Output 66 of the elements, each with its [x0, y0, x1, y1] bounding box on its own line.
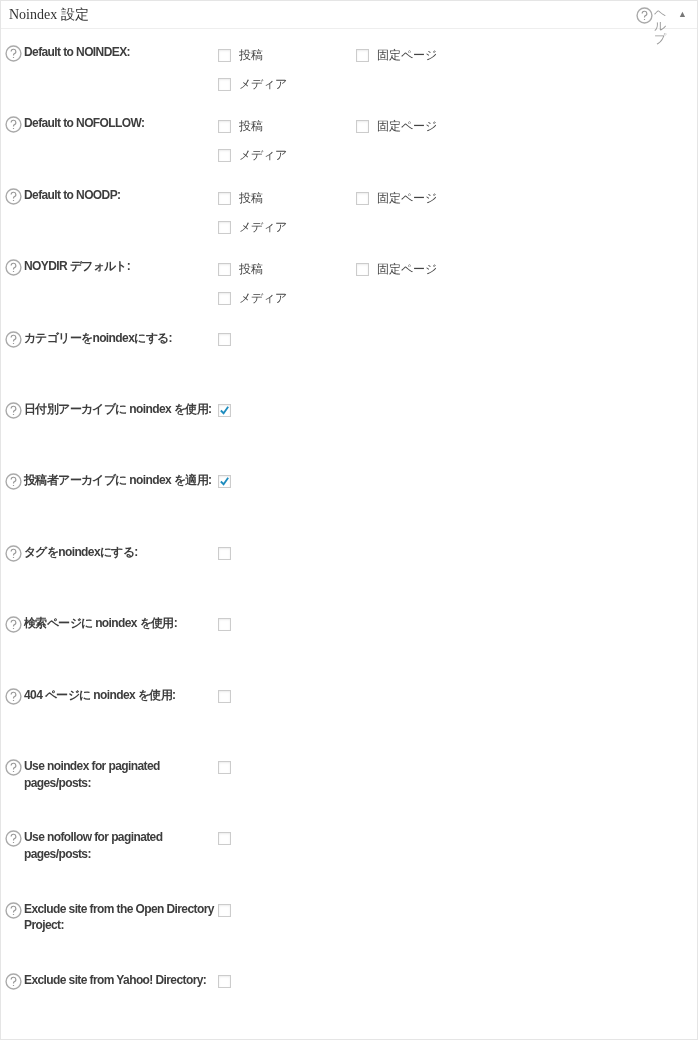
- help-icon[interactable]: [5, 187, 22, 205]
- help-icon[interactable]: [5, 973, 22, 991]
- help-icon[interactable]: [5, 330, 22, 348]
- collapse-toggle[interactable]: ▲: [678, 9, 687, 19]
- setting-label: 投稿者アーカイブに noindex を適用:: [24, 472, 213, 490]
- checkbox-label: 固定ページ: [377, 261, 437, 279]
- help-icon[interactable]: [5, 473, 22, 491]
- help-icon[interactable]: [5, 45, 22, 62]
- checkbox[interactable]: [218, 546, 231, 560]
- setting-label: Default to NOODP:: [24, 186, 122, 204]
- setting-label: Default to NOINDEX:: [24, 44, 131, 61]
- help-icon[interactable]: [5, 616, 22, 634]
- checkbox[interactable]: [218, 263, 231, 277]
- checkbox[interactable]: [218, 403, 231, 417]
- checkbox[interactable]: [218, 903, 231, 917]
- checkbox[interactable]: [218, 292, 231, 306]
- checkbox-label: メディア: [239, 147, 287, 165]
- checkbox[interactable]: [218, 475, 231, 489]
- setting-label: Use nofollow for paginated pages/posts:: [24, 829, 164, 863]
- help-icon[interactable]: [636, 7, 653, 24]
- help-icon[interactable]: [5, 401, 22, 419]
- help-icon[interactable]: [5, 758, 22, 776]
- checkbox-label: メディア: [239, 76, 287, 93]
- help-icon[interactable]: [5, 259, 22, 277]
- checkbox-label: メディア: [239, 290, 287, 308]
- help-icon[interactable]: [5, 901, 22, 919]
- checkbox-label: 投稿: [239, 261, 263, 279]
- checkbox[interactable]: [218, 689, 231, 703]
- checkbox[interactable]: [218, 975, 231, 989]
- setting-label: NOYDIR デフォルト:: [24, 258, 132, 275]
- help-icon[interactable]: [5, 116, 22, 134]
- checkbox[interactable]: [218, 832, 231, 846]
- checkbox-label: 投稿: [239, 189, 263, 207]
- setting-label: 日付別アーカイブに noindex を使用:: [24, 400, 213, 418]
- checkbox[interactable]: [218, 149, 231, 163]
- checkbox[interactable]: [356, 191, 369, 205]
- setting-label: Default to NOFOLLOW:: [24, 115, 146, 133]
- checkbox[interactable]: [356, 120, 369, 134]
- checkbox-label: 固定ページ: [377, 47, 437, 64]
- checkbox-label: 固定ページ: [377, 118, 437, 136]
- panel-title: Noindex 設定: [9, 5, 89, 24]
- checkbox[interactable]: [218, 49, 231, 62]
- checkbox[interactable]: [218, 332, 231, 346]
- checkbox-label: メディア: [239, 218, 287, 236]
- checkbox[interactable]: [218, 78, 231, 91]
- setting-label: カテゴリーをnoindexにする:: [24, 329, 173, 347]
- setting-label: Use noindex for paginated pages/posts:: [24, 757, 161, 792]
- help-icon[interactable]: [5, 687, 22, 705]
- checkbox[interactable]: [356, 263, 369, 277]
- setting-label: 404 ページに noindex を使用:: [24, 686, 177, 704]
- checkbox-label: 固定ページ: [377, 189, 437, 207]
- checkbox[interactable]: [218, 220, 231, 234]
- checkbox-label: 投稿: [239, 47, 263, 64]
- help-icon[interactable]: [5, 544, 22, 562]
- help-icon[interactable]: [5, 830, 22, 848]
- checkbox-label: 投稿: [239, 118, 263, 136]
- help-link[interactable]: ヘルプ: [654, 7, 666, 47]
- setting-label: タグをnoindexにする:: [24, 543, 139, 561]
- setting-label: 検索ページに noindex を使用:: [24, 615, 179, 632]
- checkbox[interactable]: [218, 191, 231, 205]
- setting-label: Exclude site from Yahoo! Directory:: [24, 972, 208, 989]
- checkbox[interactable]: [218, 760, 231, 774]
- checkbox[interactable]: [218, 120, 231, 134]
- setting-label: Exclude site from the Open Directory Project:: [24, 900, 214, 935]
- checkbox[interactable]: [356, 49, 369, 62]
- checkbox[interactable]: [218, 618, 231, 632]
